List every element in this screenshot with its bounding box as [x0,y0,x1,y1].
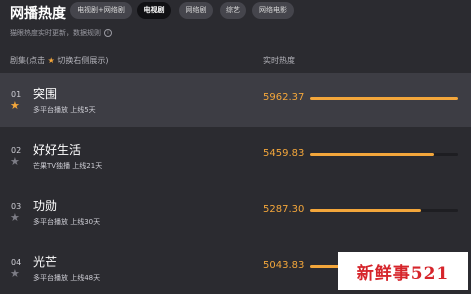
star-icon: ★ [47,56,55,65]
tab-web-series[interactable]: 网络剧 [179,2,213,19]
tab-tv-series[interactable]: 电视剧 [137,2,171,19]
star-icon[interactable]: ★ [10,212,20,223]
heat-value: 5962.37 [263,92,305,103]
heat-bar [310,209,458,212]
info-icon[interactable]: i [104,29,112,37]
show-title: 功勋 [33,199,58,213]
heat-value: 5043.83 [263,260,305,271]
watermark-text: 新鲜事521 [356,263,450,284]
notice-text: 猫眼热度实时更新，数据规则 [10,29,101,37]
table-row[interactable]: 03 ★ 功勋 多平台播放 上线30天 5287.30 [0,185,471,239]
show-meta: 多平台播放 上线5天 [33,106,96,114]
show-meta: 多平台播放 上线48天 [33,274,101,282]
column-header-name-suffix: 切换右侧展示) [57,56,109,65]
update-notice: 猫眼热度实时更新，数据规则 i [10,28,112,38]
column-header-name[interactable]: 剧集(点击 ★ 切换右侧展示) [10,55,109,66]
table-row[interactable]: 02 ★ 好好生活 芒果TV独播 上线21天 5459.83 [0,129,471,183]
rank-number: 02 [11,146,22,155]
rank-number: 04 [11,258,22,267]
tab-web-movies[interactable]: 网络电影 [252,2,294,19]
header: 网播热度 电视剧+网络剧 电视剧 网络剧 综艺 网络电影 [0,0,471,26]
star-icon[interactable]: ★ [10,268,20,279]
tab-tv-and-web-series[interactable]: 电视剧+网络剧 [70,2,132,19]
show-meta: 多平台播放 上线30天 [33,218,101,226]
column-header-name-prefix: 剧集(点击 [10,56,46,65]
heat-bar-fill [310,153,435,156]
tab-variety[interactable]: 综艺 [220,2,246,19]
heat-value: 5459.83 [263,148,305,159]
star-icon[interactable]: ★ [10,100,20,111]
heat-bar-fill [310,209,421,212]
table-row[interactable]: 01 ★ 突围 多平台播放 上线5天 5962.37 [0,73,471,127]
heat-bar [310,97,458,100]
heat-bar-fill [310,97,458,100]
rank-number: 03 [11,202,22,211]
show-title: 突围 [33,87,58,101]
page-title: 网播热度 [10,6,66,22]
heat-bar [310,153,458,156]
show-title: 好好生活 [33,143,82,157]
show-title: 光芒 [33,255,58,269]
watermark: 新鲜事521 [338,252,468,290]
column-header-heat: 实时热度 [263,56,295,65]
star-icon[interactable]: ★ [10,156,20,167]
show-meta: 芒果TV独播 上线21天 [33,162,103,170]
heat-value: 5287.30 [263,204,305,215]
rank-number: 01 [11,90,22,99]
